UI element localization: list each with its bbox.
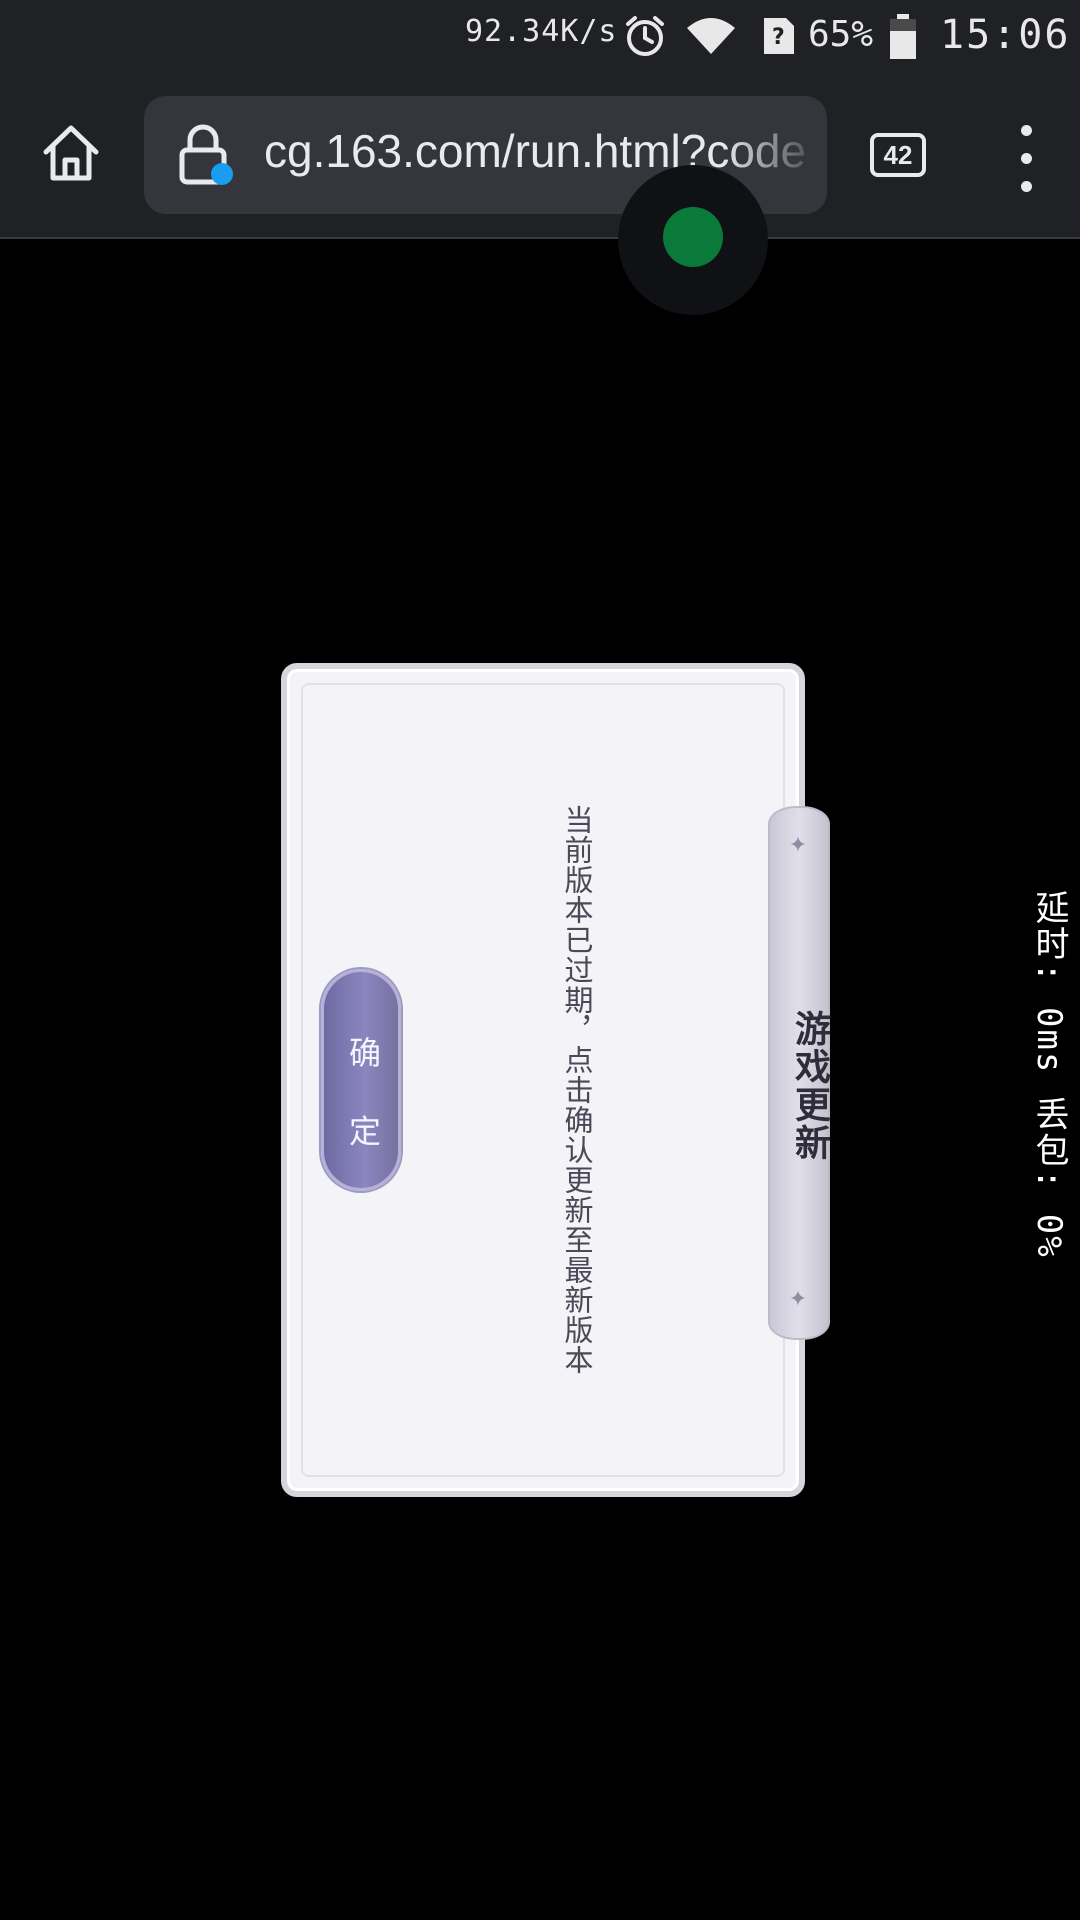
battery-icon [890, 14, 916, 59]
url-text[interactable]: cg.163.com/run.html?code [264, 124, 824, 178]
menu-icon[interactable] [1012, 125, 1042, 192]
alarm-icon [626, 16, 664, 56]
confirm-button-label[interactable]: 确 定 [340, 1036, 386, 1164]
latency-readout: 延时: 0ms 丢包: 0% [1029, 890, 1069, 1259]
dialog-message: 当前版本已过期，点击确认更新至最新版本 [560, 805, 594, 1375]
dialog-title: 游戏更新 [789, 1010, 831, 1162]
sim-unknown-icon: ? [764, 18, 794, 54]
browser-toolbar: cg.163.com/run.html?code 42 [0, 75, 1080, 239]
home-icon[interactable] [38, 120, 104, 186]
wifi-icon [687, 18, 735, 54]
status-bar: 92.34K/s ? 65% 15:06 [0, 0, 1080, 75]
sparkle-icon: ✦ [788, 833, 808, 858]
tab-count-button[interactable]: 42 [870, 133, 926, 177]
clock: 15:06 [940, 12, 1071, 58]
lock-icon[interactable] [176, 124, 234, 186]
network-speed: 92.34K/s [465, 14, 618, 49]
battery-percent: 65% [808, 14, 874, 55]
status-dot-icon [663, 207, 723, 267]
svg-text:?: ? [772, 25, 785, 50]
floating-assistant-button[interactable] [618, 165, 768, 315]
sparkle-icon: ✦ [788, 1287, 808, 1312]
